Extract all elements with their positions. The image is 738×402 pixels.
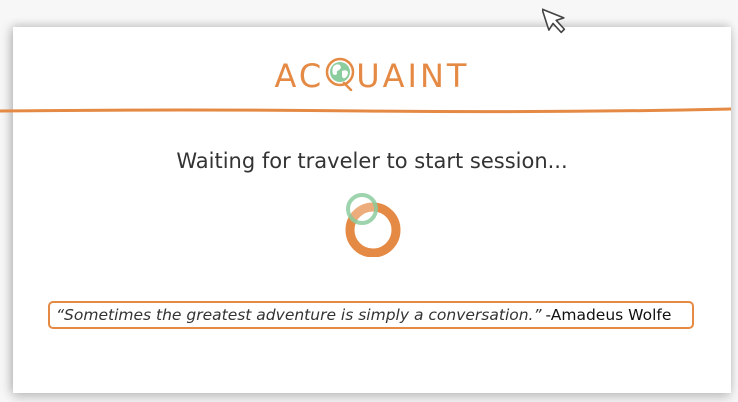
- screen: AC UAINT Waiting for traveler to start s…: [0, 0, 738, 402]
- waiting-status-text: Waiting for traveler to start session...: [176, 149, 568, 173]
- logo-text-start: AC: [274, 57, 325, 95]
- quote-box: “Sometimes the greatest adventure is sim…: [48, 301, 694, 329]
- header-divider: [0, 107, 731, 114]
- session-waiting-panel: AC UAINT Waiting for traveler to start s…: [0, 27, 731, 393]
- mouse-pointer-icon: [542, 8, 566, 34]
- quote-author: -Amadeus Wolfe: [545, 306, 672, 324]
- quote-text: “Sometimes the greatest adventure is sim…: [56, 306, 542, 324]
- globe-icon: [324, 57, 356, 92]
- logo-text-end: UAINT: [356, 57, 470, 95]
- acquaint-logo: AC UAINT: [13, 57, 731, 95]
- spinner-rings-icon: [345, 193, 401, 257]
